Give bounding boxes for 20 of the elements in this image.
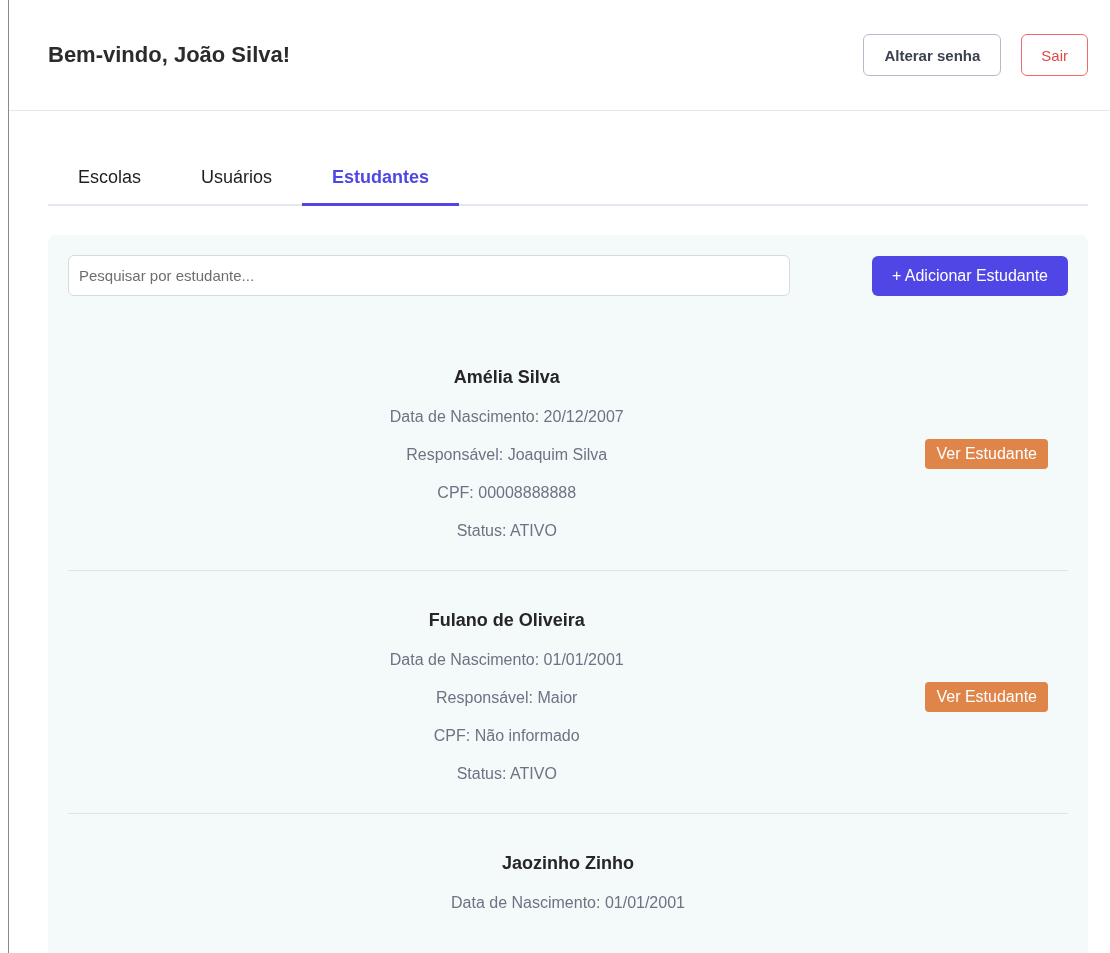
student-detail: CPF: Não informado: [433, 727, 580, 745]
tab[interactable]: Estudantes: [302, 153, 460, 206]
student-detail: Data de Nascimento: 01/01/2001: [451, 894, 685, 912]
student-detail: CPF: 00008888888: [437, 484, 577, 502]
student-detail: Status: ATIVO: [456, 522, 557, 540]
search-field[interactable]: Pesquisar por estudante...: [68, 255, 790, 296]
student-detail: Responsável: Maior: [436, 689, 578, 707]
add-student-button[interactable]: + Adicionar Estudante: [871, 255, 1068, 296]
tab[interactable]: Escolas: [48, 153, 172, 206]
student-name: Amélia Silva: [453, 367, 560, 388]
student-detail: Data de Nascimento: 20/12/2007: [389, 408, 624, 426]
student-detail: Data de Nascimento: 01/01/2001: [389, 651, 624, 669]
welcome-title: Bem-vindo, João Silva!: [48, 42, 291, 68]
student-name: Jaozinho Zinho: [502, 853, 634, 874]
logout-button[interactable]: Sair: [1021, 34, 1088, 76]
change-password-button[interactable]: Alterar senha: [863, 34, 1002, 76]
student-name: Fulano de Oliveira: [428, 610, 585, 631]
student-detail: Status: ATIVO: [456, 765, 557, 783]
tab[interactable]: Usuários: [171, 153, 303, 206]
student-detail: Responsável: Joaquim Silva: [406, 446, 608, 464]
